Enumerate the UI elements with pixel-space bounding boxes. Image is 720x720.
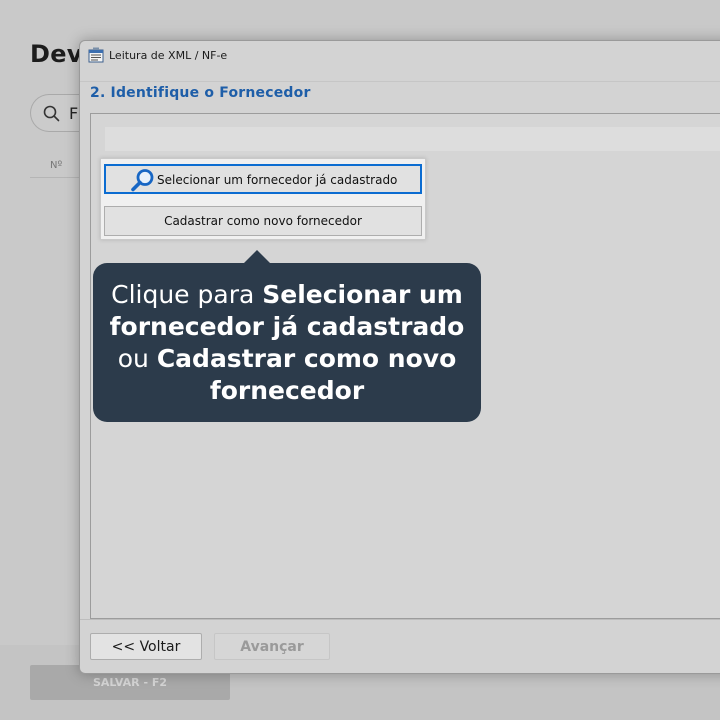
dialog-titlebar[interactable]: Leitura de XML / NF-e <box>80 41 720 73</box>
magnifier-icon <box>131 169 154 192</box>
supplier-choice-menu: Selecionar um fornecedor já cadastrado C… <box>100 158 426 240</box>
callout-text-part2: ou <box>117 344 157 373</box>
step-heading: 2. Identifique o Fornecedor <box>90 85 311 101</box>
window-title: Leitura de XML / NF-e <box>109 49 228 62</box>
column-header-number: Nº <box>50 160 63 171</box>
callout-text-part1: Clique para <box>111 280 263 309</box>
save-button-label: SALVAR - F2 <box>92 676 168 689</box>
footer-divider <box>80 619 720 620</box>
select-existing-supplier-label: Selecionar um fornecedor já cadastrado <box>157 173 398 187</box>
select-existing-supplier-button[interactable]: Selecionar um fornecedor já cadastrado <box>104 164 422 194</box>
heading-divider <box>80 81 720 82</box>
tutorial-callout: Clique para Selecionar um fornecedor já … <box>93 250 481 422</box>
search-icon <box>43 105 60 122</box>
callout-arrow <box>243 250 271 264</box>
supplier-field-strip <box>105 127 720 151</box>
next-button[interactable]: Avançar <box>214 633 330 660</box>
xml-reader-app-icon <box>88 47 104 63</box>
callout-bold-register: Cadastrar como novo fornecedor <box>156 344 457 405</box>
search-input-value[interactable]: F <box>69 104 78 123</box>
back-button[interactable]: << Voltar <box>90 633 202 660</box>
register-new-supplier-button[interactable]: Cadastrar como novo fornecedor <box>104 206 422 236</box>
